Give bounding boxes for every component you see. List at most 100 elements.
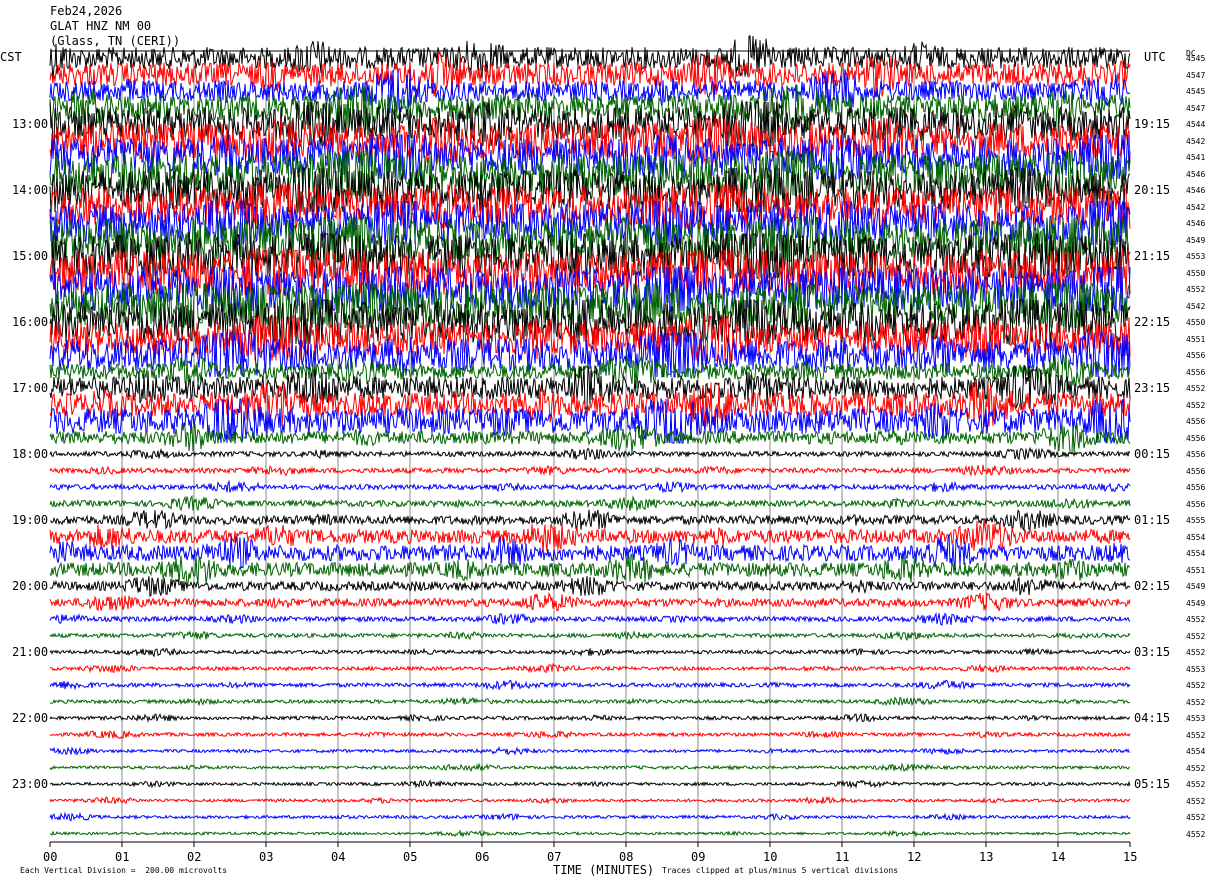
dc-offset-value: 4551 bbox=[1186, 565, 1206, 575]
dc-offset-value: 4549 bbox=[1186, 598, 1206, 608]
x-tick-label: 05 bbox=[403, 850, 418, 864]
dc-offset-value: 4544 bbox=[1186, 120, 1206, 129]
dc-offset-value: 4552 bbox=[1186, 384, 1206, 393]
dc-offset-value: 4554 bbox=[1186, 747, 1206, 756]
dc-offset-value: 4556 bbox=[1186, 450, 1206, 459]
seismic-trace bbox=[49, 829, 1131, 838]
utc-hour-label: 03:15 bbox=[1134, 645, 1171, 659]
cst-hour-label: 23:00 bbox=[12, 777, 49, 791]
seismic-trace bbox=[49, 591, 1131, 612]
cst-hour-label: 18:00 bbox=[12, 447, 49, 461]
dc-offset-value: 4553 bbox=[1186, 714, 1206, 723]
dc-offset-value: 4556 bbox=[1186, 417, 1206, 426]
x-tick-label: 15 bbox=[1123, 850, 1138, 864]
utc-hour-label: 04:15 bbox=[1134, 711, 1171, 725]
cst-hour-label: 15:00 bbox=[12, 249, 49, 263]
dc-offset-value: 4545 bbox=[1186, 54, 1206, 63]
x-tick-label: 08 bbox=[619, 850, 634, 864]
dc-offset-value: 4546 bbox=[1186, 219, 1206, 228]
dc-offset-value: 4552 bbox=[1186, 813, 1206, 822]
x-axis-ticks bbox=[49, 842, 1131, 847]
dc-offset-value: 4556 bbox=[1186, 433, 1206, 443]
cst-hour-label: 13:00 bbox=[12, 117, 49, 131]
dc-offset-value: 4552 bbox=[1186, 796, 1206, 806]
seismic-trace bbox=[49, 479, 1131, 494]
dc-offset-value: 4556 bbox=[1186, 351, 1206, 360]
seismic-trace bbox=[49, 611, 1131, 626]
seismic-trace bbox=[49, 647, 1131, 658]
x-tick-label: 01 bbox=[115, 850, 130, 864]
utc-hour-label: 19:15 bbox=[1134, 117, 1171, 131]
dc-offset-value: 4542 bbox=[1186, 202, 1206, 212]
dc-offset-value: 4554 bbox=[1186, 549, 1206, 558]
utc-hour-label: 00:15 bbox=[1134, 447, 1171, 461]
seismic-trace bbox=[49, 696, 1131, 707]
dc-offset-value: 4542 bbox=[1186, 136, 1206, 146]
utc-hour-label: 01:15 bbox=[1134, 513, 1171, 527]
seismic-trace bbox=[49, 575, 1131, 598]
x-tick-label: 03 bbox=[259, 850, 274, 864]
x-tick-label: 12 bbox=[907, 850, 922, 864]
cst-hour-label: 16:00 bbox=[12, 315, 49, 329]
dc-offset-value: 4550 bbox=[1186, 318, 1206, 327]
dc-offset-value: 4541 bbox=[1186, 153, 1206, 162]
cst-hour-label: 17:00 bbox=[12, 381, 49, 395]
seismic-trace bbox=[49, 509, 1131, 532]
x-tick-label: 07 bbox=[547, 850, 562, 864]
seismic-trace bbox=[49, 762, 1131, 773]
dc-offset-value: 4552 bbox=[1186, 730, 1206, 740]
x-tick-label: 02 bbox=[187, 850, 202, 864]
x-tick-label: 06 bbox=[475, 850, 490, 864]
dc-offset-value: 4552 bbox=[1186, 285, 1206, 294]
dc-offset-value: 4552 bbox=[1186, 763, 1206, 773]
seismic-trace bbox=[49, 795, 1131, 805]
helicorder-plot bbox=[49, 35, 1131, 847]
dc-offset-value: 4552 bbox=[1186, 697, 1206, 707]
cst-hour-label: 20:00 bbox=[12, 579, 49, 593]
seismic-trace bbox=[49, 630, 1131, 642]
cst-hour-label: 19:00 bbox=[12, 513, 49, 527]
dc-offset-value: 4552 bbox=[1186, 615, 1206, 624]
x-tick-label: 10 bbox=[763, 850, 778, 864]
dc-offset-value: 4556 bbox=[1186, 483, 1206, 492]
dc-offset-value: 4553 bbox=[1186, 664, 1206, 674]
dc-offset-value: 4552 bbox=[1186, 648, 1206, 657]
dc-offset-value: 4547 bbox=[1186, 103, 1206, 113]
dc-offset-value: 4542 bbox=[1186, 301, 1206, 311]
seismic-trace bbox=[49, 811, 1131, 822]
utc-hour-label: 21:15 bbox=[1134, 249, 1171, 263]
utc-hour-label: 22:15 bbox=[1134, 315, 1171, 329]
x-tick-label: 11 bbox=[835, 850, 850, 864]
dc-offset-value: 4552 bbox=[1186, 780, 1206, 789]
dc-offset-value: 4547 bbox=[1186, 70, 1206, 80]
dc-offset-value: 4556 bbox=[1186, 466, 1206, 476]
seismic-trace bbox=[49, 331, 1131, 379]
seismic-traces bbox=[49, 35, 1131, 838]
dc-offset-value: 4554 bbox=[1186, 532, 1206, 542]
seismic-trace bbox=[49, 746, 1131, 756]
cst-hour-label: 14:00 bbox=[12, 183, 49, 197]
dc-offset-value: 4551 bbox=[1186, 334, 1206, 344]
seismic-trace bbox=[49, 712, 1131, 723]
dc-offset-value: 4549 bbox=[1186, 582, 1206, 591]
seismic-trace bbox=[49, 679, 1131, 691]
dc-offset-value: 4552 bbox=[1186, 681, 1206, 690]
dc-offset-value: 4545 bbox=[1186, 87, 1206, 96]
seismic-trace bbox=[49, 446, 1131, 461]
utc-hour-label: 05:15 bbox=[1134, 777, 1171, 791]
utc-hour-label: 20:15 bbox=[1134, 183, 1171, 197]
dc-offset-value: 4546 bbox=[1186, 169, 1206, 179]
x-tick-label: 04 bbox=[331, 850, 346, 864]
scale-note: Each Vertical Division = 200.00 microvol… bbox=[20, 866, 228, 875]
x-axis-title: TIME (MINUTES) bbox=[553, 863, 655, 877]
dc-offset-value: 4552 bbox=[1186, 631, 1206, 641]
seismic-trace bbox=[49, 729, 1131, 740]
utc-hour-label: 02:15 bbox=[1134, 579, 1171, 593]
seismic-trace bbox=[49, 779, 1131, 790]
dc-offset-value: 4552 bbox=[1186, 400, 1206, 410]
dc-offset-value: 4555 bbox=[1186, 516, 1206, 525]
x-tick-label: 14 bbox=[1051, 850, 1066, 864]
dc-offset-value: 4546 bbox=[1186, 186, 1206, 195]
seismic-trace bbox=[49, 494, 1131, 513]
cst-hour-label: 22:00 bbox=[12, 711, 49, 725]
